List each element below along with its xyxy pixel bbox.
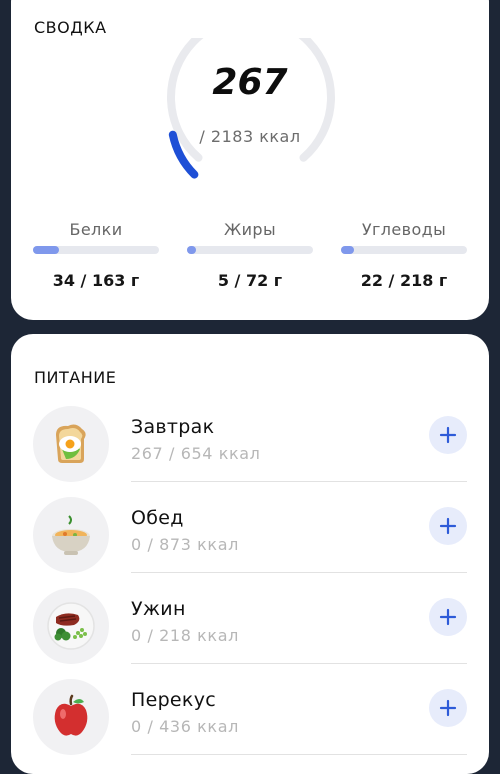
macro-carbs-label: Углеводы [361,220,447,239]
meal-divider [131,754,467,755]
summary-card: СВОДКА 267 / 2183 ккал Белки 34 / 163 г … [11,0,489,320]
macro-fat: Жиры 5 / 72 г [187,220,313,290]
add-dinner-button[interactable] [429,598,467,636]
meal-name: Обед [131,507,184,529]
meal-calories: 0 / 873 ккал [131,535,239,554]
macro-protein-label: Белки [69,220,123,239]
nutrition-card: ПИТАНИЕ Завтрак 267 / 654 ккал Обед 0 / … [11,334,489,774]
macro-fat-track [187,246,313,254]
meal-calories: 0 / 436 ккал [131,717,239,736]
meal-name: Завтрак [131,416,215,438]
add-lunch-button[interactable] [429,507,467,545]
meal-item-snack[interactable]: Перекус 0 / 436 ккал [11,679,489,771]
plus-icon [439,426,457,444]
macro-protein-value: 34 / 163 г [52,271,140,290]
meal-calories: 267 / 654 ккал [131,444,261,463]
meal-divider [131,481,467,482]
breakfast-toast-egg-icon [33,406,109,482]
meal-item-breakfast[interactable]: Завтрак 267 / 654 ккал [11,406,489,498]
meal-item-lunch[interactable]: Обед 0 / 873 ккал [11,497,489,589]
meal-item-dinner[interactable]: Ужин 0 / 218 ккал [11,588,489,680]
calorie-gauge [167,38,335,179]
meal-name: Ужин [131,598,186,620]
snack-apple-icon [33,679,109,755]
calories-goal: / 2183 ккал [199,127,301,146]
calories-eaten: 267 [212,62,288,103]
macro-carbs-fill [341,246,354,254]
summary-title: СВОДКА [34,18,107,37]
macro-fat-fill [187,246,196,254]
plus-icon [439,699,457,717]
meal-divider [131,663,467,664]
macro-protein-fill [33,246,60,254]
lunch-soup-bowl-icon [33,497,109,573]
macro-carbs-track [341,246,467,254]
macro-carbs-value: 22 / 218 г [360,271,448,290]
macro-protein-track [33,246,159,254]
macro-fat-label: Жиры [223,220,277,239]
meal-calories: 0 / 218 ккал [131,626,239,645]
macro-carbs: Углеводы 22 / 218 г [341,220,467,290]
nutrition-title: ПИТАНИЕ [34,368,117,387]
plus-icon [439,608,457,626]
plus-icon [439,517,457,535]
macro-protein: Белки 34 / 163 г [33,220,159,290]
meal-name: Перекус [131,689,216,711]
add-breakfast-button[interactable] [429,416,467,454]
dinner-steak-plate-icon [33,588,109,664]
macro-fat-value: 5 / 72 г [217,271,283,290]
add-snack-button[interactable] [429,689,467,727]
meal-divider [131,572,467,573]
